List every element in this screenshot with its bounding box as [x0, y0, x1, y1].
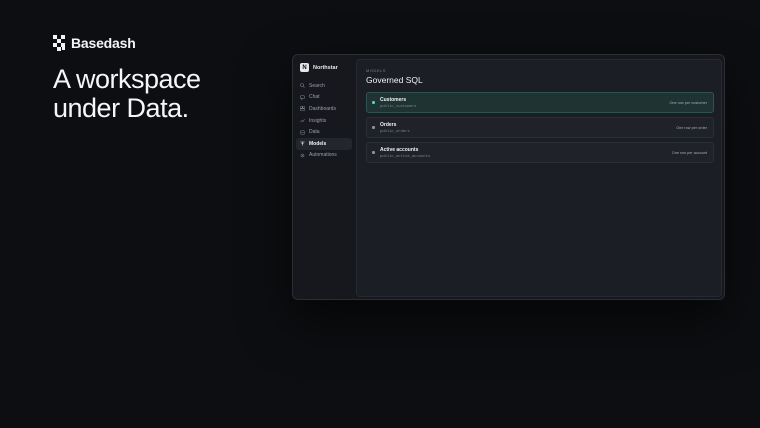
hero-headline: A workspace under Data. — [53, 65, 283, 123]
model-table-name: public_active_accounts — [380, 155, 431, 159]
sidebar-item-chat[interactable]: Chat — [296, 92, 352, 104]
workspace-name: Northstar — [313, 64, 338, 71]
checker-logo-icon — [53, 35, 65, 51]
page-title: Governed SQL — [366, 75, 423, 85]
sidebar-item-label: Chat — [309, 94, 320, 101]
model-status-dot — [372, 101, 375, 104]
sidebar-item-label: Dashboards — [309, 105, 336, 112]
chat-icon — [300, 95, 305, 100]
model-description: One row per order — [676, 126, 707, 130]
model-description: One row per account — [671, 151, 707, 155]
hero-line-2: under Data. — [53, 93, 189, 123]
brand: Basedash — [53, 35, 136, 51]
sidebar-item-insights[interactable]: Insights — [296, 115, 352, 127]
search-icon — [300, 83, 305, 89]
model-description: One row per customer — [669, 101, 707, 105]
model-name: Customers — [380, 97, 407, 103]
sidebar-item-label: Insights — [309, 117, 327, 124]
hero-line-1: A workspace — [53, 64, 201, 94]
dashboard-icon — [300, 106, 305, 112]
sidebar-item-label: Search — [309, 82, 325, 89]
model-status-dot — [372, 126, 375, 129]
model-row-active-accounts[interactable]: Active accounts public_active_accounts O… — [366, 142, 714, 163]
model-status-dot — [372, 151, 375, 154]
insights-icon — [300, 118, 305, 123]
main-panel: MODELS Governed SQL Customers public_cus… — [356, 59, 722, 297]
sidebar-item-label: Models — [309, 140, 327, 147]
model-name: Active accounts — [380, 147, 419, 153]
section-label: MODELS — [366, 68, 386, 73]
sidebar-nav: Search Chat Dashboards Insights Data Mod… — [296, 80, 352, 161]
model-table-name: public_orders — [380, 130, 410, 134]
sidebar: N Northstar Search Chat Dashboards Insig… — [293, 55, 355, 299]
model-row-customers[interactable]: Customers public_customers One row per c… — [366, 92, 714, 113]
sidebar-item-automations[interactable]: Automations — [296, 150, 352, 162]
model-table-name: public_customers — [380, 105, 417, 109]
sidebar-item-data[interactable]: Data — [296, 126, 352, 138]
workspace-switcher[interactable]: N Northstar — [300, 63, 338, 72]
models-icon — [300, 141, 305, 146]
model-row-orders[interactable]: Orders public_orders One row per order — [366, 117, 714, 138]
sidebar-item-label: Automations — [309, 152, 337, 159]
workspace-badge: N — [300, 63, 309, 72]
sidebar-item-search[interactable]: Search — [296, 80, 352, 92]
sidebar-item-models[interactable]: Models — [296, 137, 352, 150]
sidebar-item-dashboards[interactable]: Dashboards — [296, 103, 352, 115]
app-window: N Northstar Search Chat Dashboards Insig… — [292, 54, 725, 300]
data-icon — [300, 130, 305, 135]
brand-name: Basedash — [71, 35, 136, 51]
model-name: Orders — [380, 122, 397, 128]
sidebar-item-label: Data — [309, 129, 320, 136]
automation-icon — [300, 153, 305, 158]
